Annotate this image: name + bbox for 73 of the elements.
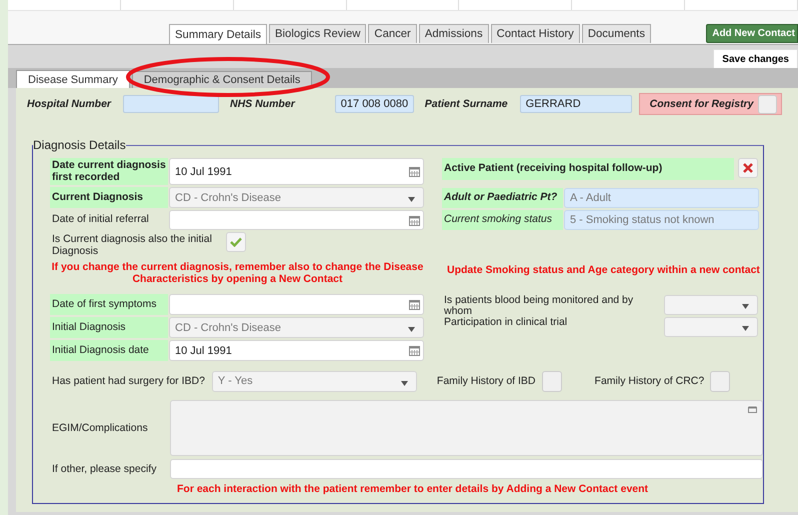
date-field[interactable]: 10 Jul 1991 xyxy=(169,340,424,362)
field-label: Has patient had surgery for IBD? xyxy=(51,376,206,387)
field-label: Date of first symptoms xyxy=(50,294,168,316)
section-title: Diagnosis Details xyxy=(33,138,126,152)
field-label: Adult or Paediatric Pt? xyxy=(442,188,563,208)
input-field[interactable] xyxy=(123,95,220,113)
field-label: Is patients blood being monitored and by whom xyxy=(443,294,634,315)
field-label: Date of initial referral xyxy=(51,212,150,228)
date-field[interactable] xyxy=(169,210,424,230)
add-contact-button[interactable]: Add New Contact xyxy=(706,24,798,43)
caret-icon xyxy=(742,326,749,332)
checkbox[interactable] xyxy=(758,94,777,114)
field-label: Hospital Number xyxy=(27,98,112,110)
field-label: EGIM/Complications xyxy=(51,420,149,436)
date-field[interactable] xyxy=(169,294,424,316)
field-value: CD - Crohn's Disease xyxy=(175,192,282,204)
warning-text: For each interaction with the patient remember to enter details by Adding a New Contact event xyxy=(176,484,650,496)
warning-text: If you change the current diagnosis, remember also to change the Disease Characteristics by opening a New Contact xyxy=(50,262,424,286)
warning-text: Update Smoking status and Age category within a new contact xyxy=(447,265,761,277)
field-label: Participation in clinical trial xyxy=(443,316,568,330)
dropdown[interactable]: Y - Yes xyxy=(212,370,417,392)
tab[interactable]: Documents xyxy=(582,24,651,43)
tab[interactable]: Demographic & Consent Details xyxy=(132,71,312,88)
field-label: Active Patient (receiving hospital follow-up) xyxy=(442,158,734,180)
field-label: Current Diagnosis xyxy=(50,187,168,208)
field-label: Is Current diagnosis also the initial Diagnosis xyxy=(51,232,213,258)
tab[interactable]: Disease Summary xyxy=(16,70,130,88)
toggle-checkbox[interactable] xyxy=(738,158,758,178)
calendar-icon[interactable] xyxy=(409,299,420,310)
field-label: Family History of IBD xyxy=(436,376,537,387)
dropdown[interactable] xyxy=(664,316,758,337)
tab[interactable]: Summary Details xyxy=(169,24,268,44)
field-label: Initial Diagnosis xyxy=(50,317,168,338)
input-field[interactable]: 017 008 0080 xyxy=(334,95,414,113)
input-field[interactable]: GERRARD xyxy=(520,95,632,113)
text-area[interactable] xyxy=(170,400,763,456)
dropdown[interactable] xyxy=(664,294,758,315)
checkmark-icon xyxy=(230,237,242,247)
checkbox[interactable] xyxy=(710,370,730,392)
calendar-icon[interactable] xyxy=(409,214,420,226)
caret-icon xyxy=(408,197,415,202)
checkbox[interactable] xyxy=(542,370,562,392)
caret-icon xyxy=(742,304,749,310)
field-label: Date current diagnosis first recorded xyxy=(50,158,168,185)
calendar-icon[interactable] xyxy=(409,345,420,356)
field-label: Consent for Registry xyxy=(650,98,754,110)
readonly-field: A - Adult xyxy=(564,188,759,208)
field-label: If other, please specify xyxy=(51,462,158,477)
field-value: CD - Crohn's Disease xyxy=(175,322,282,334)
caret-icon xyxy=(408,327,415,332)
field-label: NHS Number xyxy=(230,98,295,110)
field-label: Current smoking status xyxy=(442,210,563,230)
input-field[interactable] xyxy=(170,459,763,480)
window-icon[interactable] xyxy=(748,406,757,414)
tab[interactable]: Contact History xyxy=(490,24,580,43)
field-label: Patient Surname xyxy=(424,98,508,110)
caret-icon xyxy=(400,380,408,386)
field-value: Y - Yes xyxy=(218,375,253,388)
save-button[interactable]: Save changes xyxy=(713,49,798,68)
field-value: 10 Jul 1991 xyxy=(175,166,232,178)
field-label: Family History of CRC? xyxy=(594,376,706,387)
readonly-field: 5 - Smoking status not known xyxy=(564,210,759,230)
tab[interactable]: Biologics Review xyxy=(269,24,366,43)
toggle-checkbox[interactable] xyxy=(226,232,246,252)
dropdown[interactable]: CD - Crohn's Disease xyxy=(169,187,424,208)
dropdown[interactable]: CD - Crohn's Disease xyxy=(169,317,424,338)
field-value: 10 Jul 1991 xyxy=(175,344,232,357)
close-icon xyxy=(743,163,753,173)
tab[interactable]: Admissions xyxy=(418,24,489,43)
date-field[interactable]: 10 Jul 1991 xyxy=(169,158,424,185)
calendar-icon[interactable] xyxy=(409,166,420,177)
field-label: Initial Diagnosis date xyxy=(50,340,168,362)
tab[interactable]: Cancer xyxy=(368,24,417,43)
